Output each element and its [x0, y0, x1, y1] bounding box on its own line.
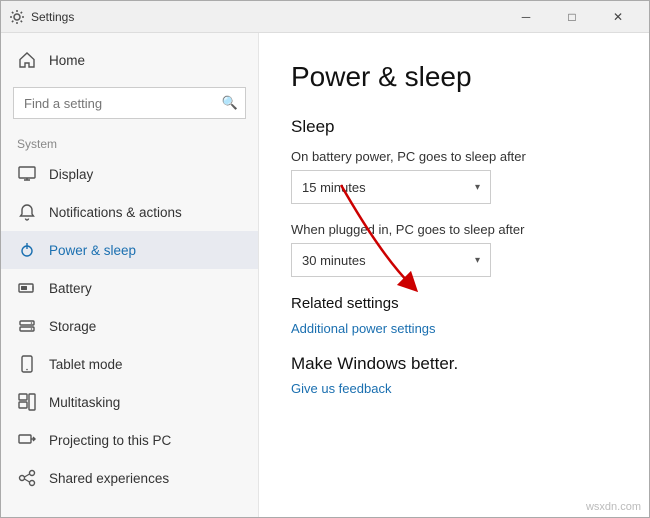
maximize-button[interactable]: □ — [549, 1, 595, 33]
sidebar-item-notifications[interactable]: Notifications & actions — [1, 193, 258, 231]
make-better-title: Make Windows better. — [291, 354, 617, 374]
close-button[interactable]: ✕ — [595, 1, 641, 33]
search-icon: 🔍 — [222, 95, 238, 111]
additional-power-link[interactable]: Additional power settings — [291, 321, 436, 336]
battery-icon — [17, 278, 37, 298]
plugged-dropdown-arrow: ▾ — [475, 255, 480, 266]
notifications-icon — [17, 202, 37, 222]
battery-sleep-dropdown[interactable]: 15 minutes ▾ — [291, 170, 491, 204]
page-title: Power & sleep — [291, 61, 617, 93]
minimize-button[interactable]: ─ — [503, 1, 549, 33]
sidebar-item-battery[interactable]: Battery — [1, 269, 258, 307]
feedback-link[interactable]: Give us feedback — [291, 381, 391, 396]
sleep-section-title: Sleep — [291, 117, 617, 137]
sidebar-item-notifications-label: Notifications & actions — [49, 205, 182, 220]
window-title: Settings — [31, 10, 503, 24]
sidebar-item-display-label: Display — [49, 167, 93, 182]
home-icon — [17, 50, 37, 70]
sidebar-item-shared-label: Shared experiences — [49, 471, 169, 486]
plugged-sleep-label: When plugged in, PC goes to sleep after — [291, 222, 617, 237]
storage-icon — [17, 316, 37, 336]
plugged-sleep-dropdown[interactable]: 30 minutes ▾ — [291, 243, 491, 277]
sidebar-item-battery-label: Battery — [49, 281, 92, 296]
sidebar-item-power[interactable]: Power & sleep — [1, 231, 258, 269]
sidebar: Home 🔍 System Display — [1, 33, 259, 517]
settings-window: Settings ─ □ ✕ Home 🔍 Syst — [0, 0, 650, 518]
projecting-icon — [17, 430, 37, 450]
sidebar-item-shared[interactable]: Shared experiences — [1, 459, 258, 497]
battery-dropdown-arrow: ▾ — [475, 182, 480, 193]
sidebar-item-tablet[interactable]: Tablet mode — [1, 345, 258, 383]
sidebar-item-tablet-label: Tablet mode — [49, 357, 123, 372]
sidebar-search-container: 🔍 — [13, 87, 246, 119]
battery-sleep-wrapper: On battery power, PC goes to sleep after… — [291, 149, 617, 204]
sidebar-item-storage-label: Storage — [49, 319, 96, 334]
main-content: Power & sleep Sleep On battery power, PC… — [259, 33, 649, 517]
battery-sleep-value: 15 minutes — [302, 180, 366, 195]
related-settings-title: Related settings — [291, 295, 617, 312]
sidebar-item-projecting-label: Projecting to this PC — [49, 433, 171, 448]
sidebar-item-multitasking[interactable]: Multitasking — [1, 383, 258, 421]
plugged-sleep-wrapper: When plugged in, PC goes to sleep after … — [291, 222, 617, 277]
sidebar-item-multitasking-label: Multitasking — [49, 395, 120, 410]
sidebar-item-power-label: Power & sleep — [49, 243, 136, 258]
sidebar-item-home[interactable]: Home — [1, 41, 258, 79]
sidebar-item-home-label: Home — [49, 53, 85, 68]
search-input[interactable] — [13, 87, 246, 119]
shared-icon — [17, 468, 37, 488]
plugged-sleep-value: 30 minutes — [302, 253, 366, 268]
title-bar: Settings ─ □ ✕ — [1, 1, 649, 33]
window-controls: ─ □ ✕ — [503, 1, 641, 33]
sidebar-item-projecting[interactable]: Projecting to this PC — [1, 421, 258, 459]
multitasking-icon — [17, 392, 37, 412]
sidebar-item-storage[interactable]: Storage — [1, 307, 258, 345]
sidebar-section-label: System — [1, 131, 258, 155]
power-icon — [17, 240, 37, 260]
watermark: wsxdn.com — [586, 501, 641, 513]
battery-sleep-label: On battery power, PC goes to sleep after — [291, 149, 617, 164]
tablet-icon — [17, 354, 37, 374]
sidebar-item-display[interactable]: Display — [1, 155, 258, 193]
content-area: Home 🔍 System Display — [1, 33, 649, 517]
display-icon — [17, 164, 37, 184]
settings-icon — [9, 9, 25, 25]
